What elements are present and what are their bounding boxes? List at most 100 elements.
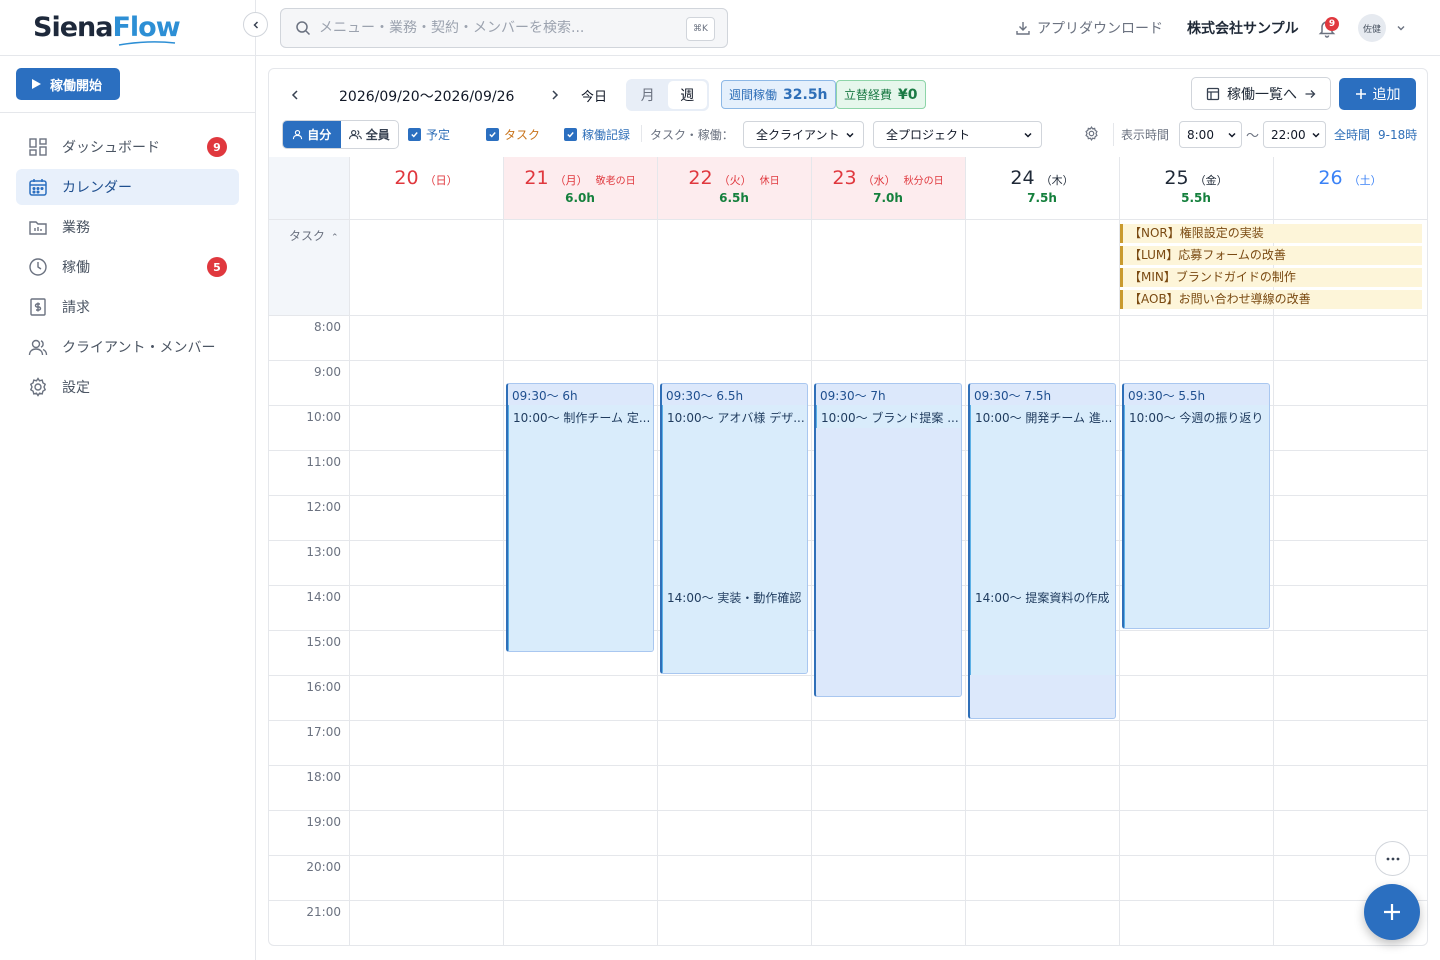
schedule-event[interactable]: 10:00〜 制作チーム 定... [508,405,653,651]
schedule-event[interactable]: 14:00〜 提案資料の作成 [970,585,1115,675]
time-label: 8:00 [314,320,341,334]
activity-block[interactable]: 09:30〜 6h 10:00〜 制作チーム 定... [506,382,654,652]
expense-value: ¥0 [898,86,918,103]
day-header[interactable]: 22 （火） 休日 6.5h [657,167,811,205]
task-chip[interactable]: 【AOB】お問い合わせ導線の改善 [1120,290,1422,309]
nav-label: ダッシュボード [62,140,160,156]
company-name[interactable]: 株式会社サンプル [1187,18,1299,38]
sidebar-collapse-button[interactable] [243,12,268,37]
activity-block[interactable]: 09:30〜 7h 10:00〜 ブランド提案 ... [814,382,962,697]
search-input[interactable] [319,20,679,36]
toolbar-divider [1113,123,1114,146]
nav-dashboard[interactable]: ダッシュボード 9 [16,129,239,165]
time-label: 9:00 [314,365,341,379]
schedule-event[interactable]: 14:00〜 実装・動作確認 [662,585,807,674]
task-chip[interactable]: 【MIN】ブランドガイドの制作 [1120,268,1422,287]
today-button[interactable]: 今日 [581,86,607,105]
day-header[interactable]: 25 （金） 5.5h [1119,167,1273,205]
column-line [811,157,812,945]
activity-block[interactable]: 09:30〜 6.5h 10:00〜 アオバ様 デザ... 14:00〜 実装・動作… [660,382,808,674]
view-toggle: 月 週 [626,79,709,111]
time-from-select[interactable]: 8:00 [1179,121,1242,148]
activity-block[interactable]: 09:30〜 7.5h 10:00〜 開発チーム 進... 14:00〜 提案資料の… [968,382,1116,719]
search-shortcut: ⌘K [686,17,715,41]
activity-title: 09:30〜 7h [820,388,886,403]
nav-work[interactable]: 業務 [16,209,239,245]
time-label: 18:00 [306,770,341,784]
day-weekday: （火） [718,174,752,187]
calendar-panel: 2026/09/20〜2026/09/26 今日 月 週 週間稼働 32.5h 立… [268,68,1428,946]
hour-line [269,360,1427,361]
logo[interactable]: SienaFlow [33,12,181,43]
clock-icon [29,258,47,276]
day-header[interactable]: 24 （木） 7.5h [965,167,1119,205]
client-select-value: 全クライアント [756,128,840,142]
users-icon [28,339,48,356]
more-options-button[interactable] [1375,841,1410,876]
day-header[interactable]: 23 （水） 秋分の日 7.0h [811,167,965,205]
day-hours: 5.5h [1181,191,1211,205]
checkbox-record[interactable]: 稼働記録 [564,126,630,143]
day-hours: 7.0h [873,191,903,205]
range-9-18-link[interactable]: 9-18時 [1378,126,1417,143]
weekly-hours-value: 32.5h [783,86,828,103]
day-number: 22 [688,167,713,189]
holiday-name: 休日 [759,176,780,187]
add-button[interactable]: 追加 [1339,78,1416,110]
logo-part1: Siena [33,12,113,43]
nav-label: カレンダー [62,180,132,196]
day-weekday: （金） [1194,174,1228,187]
schedule-event[interactable]: 10:00〜 開発チーム 進... [970,405,1115,585]
fab-add-button[interactable] [1364,884,1420,940]
scope-all-button[interactable]: 全員 [341,121,399,148]
column-line [965,157,966,945]
checkbox-task[interactable]: タスク [486,126,540,143]
schedule-event[interactable]: 10:00〜 ブランド提案 ... [816,405,961,428]
task-chip[interactable]: 【LUM】応募フォームの改善 [1120,246,1422,265]
nav-calendar[interactable]: カレンダー [16,169,239,205]
nav-activity[interactable]: 稼働 5 [16,249,239,285]
next-week-button[interactable] [545,85,565,105]
day-header[interactable]: 20 （日） [349,167,503,189]
checkbox-plan-label: 予定 [426,128,451,142]
expense-badge: 立替経費 ¥0 [836,80,926,109]
time-label: 14:00 [306,590,341,604]
nav-invoice[interactable]: 請求 [16,289,239,325]
chevron-up-icon: ⌃ [331,233,339,243]
task-chip[interactable]: 【NOR】権限設定の実装 [1120,224,1422,243]
task-row-label: タスク [289,229,326,243]
day-number: 25 [1164,167,1189,189]
start-work-button[interactable]: 稼働開始 [16,68,120,100]
task-row-line [269,315,1427,316]
scope-self-button[interactable]: 自分 [283,121,341,148]
task-row-toggle[interactable]: タスク ⌃ [289,227,339,244]
nav-label: 業務 [62,220,90,236]
activity-title: 09:30〜 7.5h [974,388,1052,403]
avatar[interactable]: 佐健 [1358,14,1386,42]
app-download-link[interactable]: アプリダウンロード [1015,18,1163,38]
display-time-label: 表示時間 [1121,128,1170,142]
checkbox-plan[interactable]: 予定 [408,126,450,143]
project-select[interactable]: 全プロジェクト [873,121,1042,148]
day-header[interactable]: 21 （月） 敬老の日 6.0h [503,167,657,205]
view-week-button[interactable]: 週 [667,81,707,109]
activity-block[interactable]: 09:30〜 5.5h 10:00〜 今週の振り返り [1122,382,1270,629]
nav-settings[interactable]: 設定 [16,369,239,405]
chevron-down-icon[interactable] [1395,22,1407,34]
schedule-event[interactable]: 10:00〜 今週の振り返り [1124,405,1269,629]
chevron-down-icon [846,132,854,138]
view-month-button[interactable]: 月 [628,81,668,109]
global-search[interactable]: ⌘K [280,8,728,48]
sidebar-divider [0,112,256,113]
nav-clients-members[interactable]: クライアント・メンバー [16,329,239,365]
activity-list-button[interactable]: 稼働一覧へ [1191,77,1331,110]
check-icon [408,128,421,141]
day-header[interactable]: 26 （土） [1273,167,1427,189]
prev-week-button[interactable] [285,85,305,105]
time-to-select[interactable]: 22:00 [1263,121,1326,148]
client-select[interactable]: 全クライアント [743,121,864,148]
gear-icon[interactable] [1084,126,1099,141]
time-label: 21:00 [306,905,341,919]
schedule-event[interactable]: 10:00〜 アオバ様 デザ... [662,405,807,585]
all-time-link[interactable]: 全時間 [1334,126,1370,143]
